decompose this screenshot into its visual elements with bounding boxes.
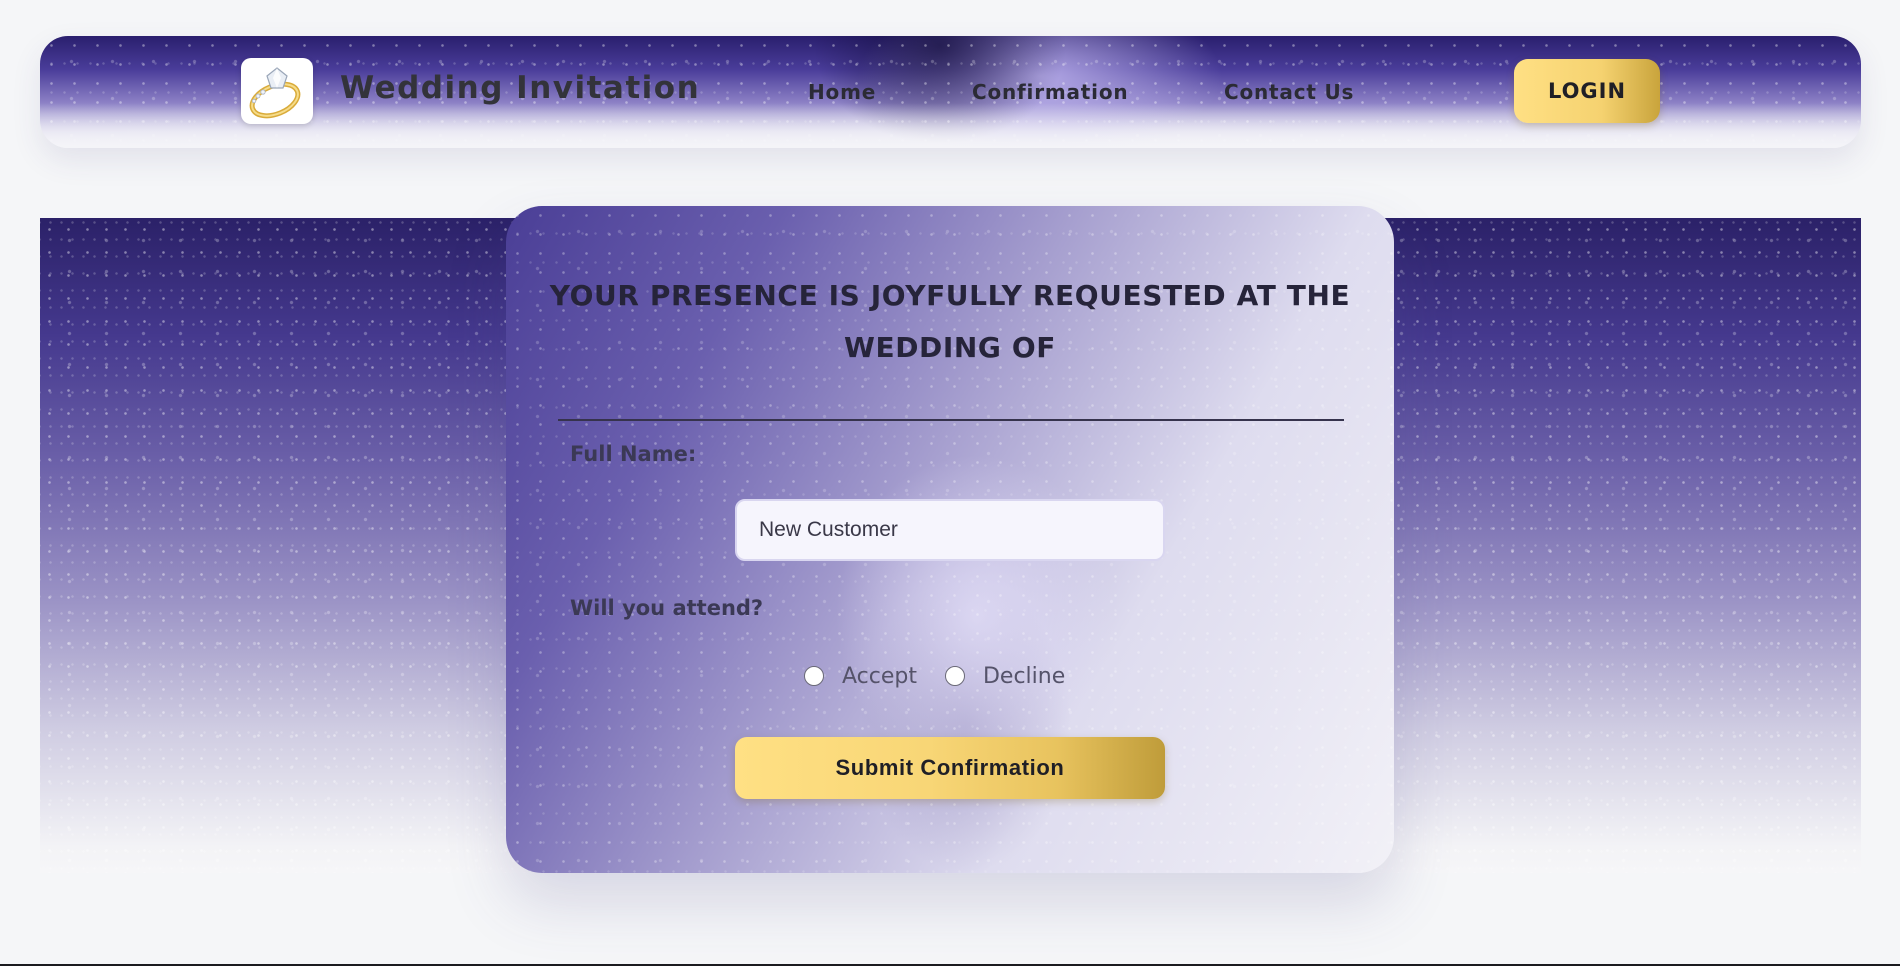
nav-home-link[interactable]: Home xyxy=(808,80,876,104)
accept-option[interactable]: Accept xyxy=(804,664,917,689)
invitation-heading: YOUR PRESENCE IS JOYFULLY REQUESTED AT T… xyxy=(549,279,1351,364)
brand-title: Wedding Invitation xyxy=(340,70,701,106)
diamond-ring-icon[interactable] xyxy=(241,58,313,124)
confirmation-card: YOUR PRESENCE IS JOYFULLY REQUESTED AT T… xyxy=(506,206,1394,873)
full-name-input[interactable] xyxy=(735,499,1165,561)
nav-confirmation-link[interactable]: Confirmation xyxy=(972,80,1128,104)
decline-option[interactable]: Decline xyxy=(944,663,1066,689)
decline-radio[interactable] xyxy=(944,666,965,686)
full-name-label: Full Name: xyxy=(570,442,697,466)
site-header: Wedding Invitation Home Confirmation Con… xyxy=(40,36,1861,148)
heading-divider xyxy=(558,419,1344,421)
accept-label: Accept xyxy=(842,663,917,689)
login-button[interactable]: LOGIN xyxy=(1514,59,1660,123)
page: Wedding Invitation Home Confirmation Con… xyxy=(0,0,1900,966)
attendance-radio-group: Accept Decline xyxy=(804,656,1065,696)
submit-confirmation-button[interactable]: Submit Confirmation xyxy=(735,737,1165,799)
nav-contact-us-link[interactable]: Contact Us xyxy=(1224,80,1354,104)
decline-label: Decline xyxy=(982,663,1066,689)
accept-radio[interactable] xyxy=(804,666,824,686)
attend-label: Will you attend? xyxy=(570,596,764,620)
